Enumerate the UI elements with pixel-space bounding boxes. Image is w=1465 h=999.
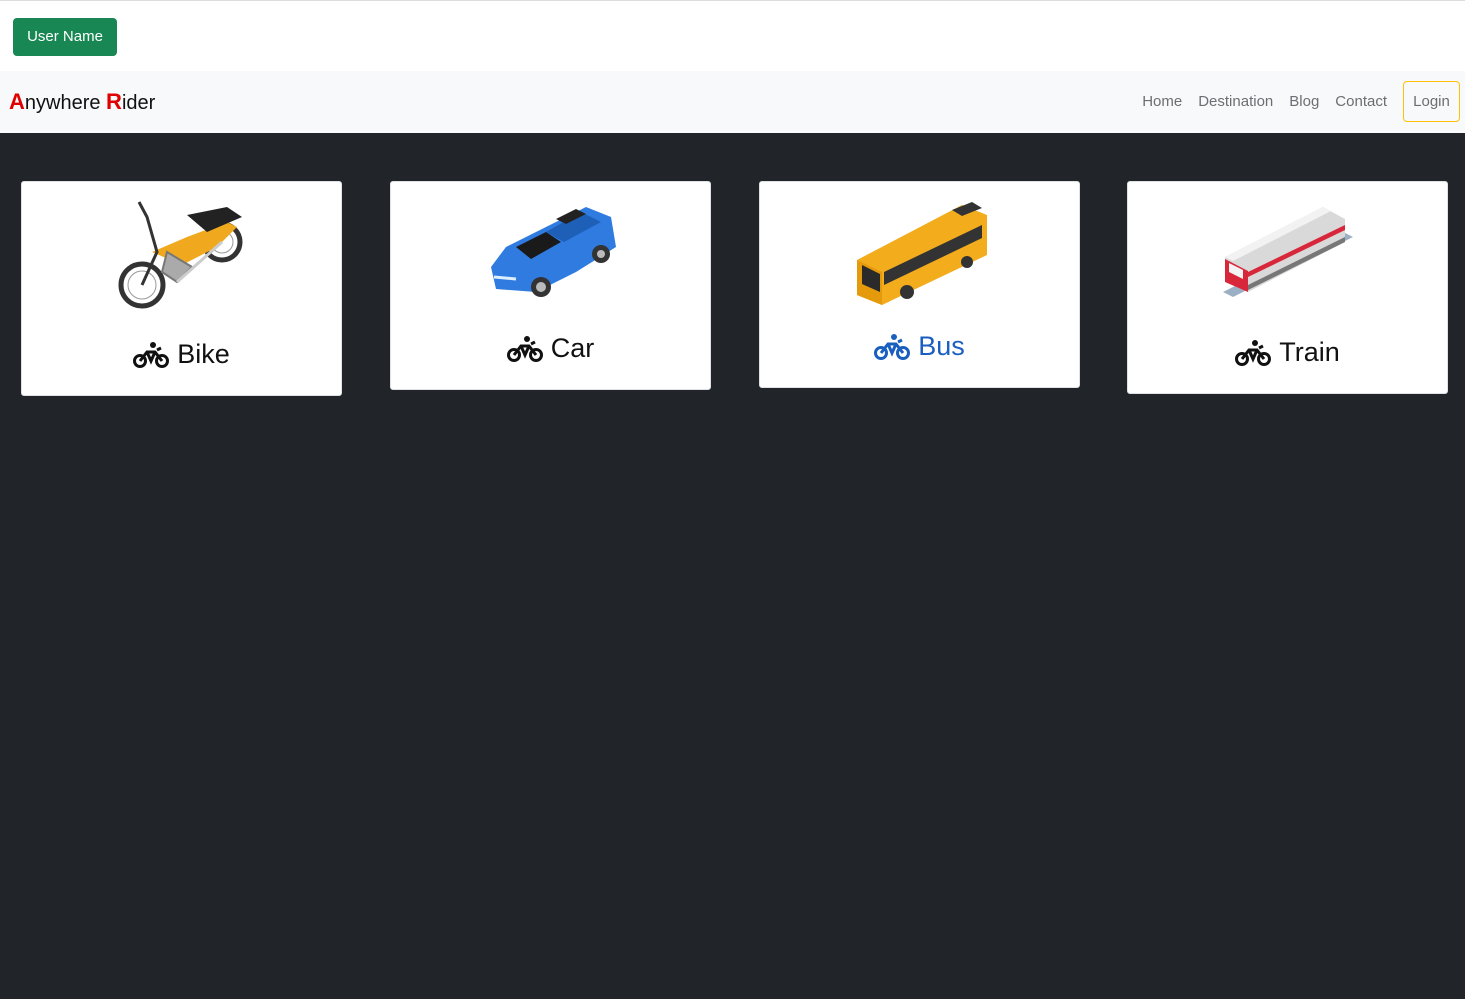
motorcycle-image xyxy=(22,192,341,312)
nav-link-home[interactable]: Home xyxy=(1134,93,1190,110)
motorcycle-icon xyxy=(506,335,543,362)
nav-link-blog[interactable]: Blog xyxy=(1281,93,1327,110)
vehicle-card-title: Car xyxy=(550,333,595,363)
motorcycle-icon xyxy=(1235,339,1272,366)
vehicle-card-label: Bike xyxy=(22,339,341,370)
vehicle-card-bus[interactable]: Bus xyxy=(759,181,1080,388)
vehicle-card-bike[interactable]: Bike xyxy=(21,181,342,396)
vehicle-card-label: Train xyxy=(1128,337,1447,368)
login-button[interactable]: Login xyxy=(1403,81,1460,122)
nav-link-destination[interactable]: Destination xyxy=(1190,93,1281,110)
vehicle-card-title: Bike xyxy=(177,339,230,369)
vehicle-card-car[interactable]: Car xyxy=(390,181,711,390)
vehicle-card-label: Car xyxy=(391,333,710,364)
top-bar: User Name xyxy=(0,0,1465,71)
motorcycle-icon xyxy=(874,333,911,360)
user-name-button[interactable]: User Name xyxy=(13,18,117,56)
brand-first-initial: A xyxy=(9,89,25,114)
nav-link-contact[interactable]: Contact xyxy=(1327,93,1395,110)
train-image xyxy=(1128,192,1447,312)
car-image xyxy=(391,192,710,312)
navbar: Anywhere Rider Home Destination Blog Con… xyxy=(0,71,1465,133)
brand-logo[interactable]: Anywhere Rider xyxy=(9,89,155,115)
bus-image xyxy=(760,192,1079,312)
vehicle-card-train[interactable]: Train xyxy=(1127,181,1448,394)
motorcycle-icon xyxy=(133,341,170,368)
vehicle-card-label: Bus xyxy=(760,331,1079,362)
vehicle-card-title: Train xyxy=(1279,337,1340,367)
nav-links: Home Destination Blog Contact xyxy=(1134,93,1395,110)
brand-second-word-rest: ider xyxy=(121,92,156,114)
brand-first-word-rest: nywhere xyxy=(24,92,107,114)
brand-second-initial: R xyxy=(106,89,122,114)
vehicle-card-title: Bus xyxy=(918,331,965,361)
